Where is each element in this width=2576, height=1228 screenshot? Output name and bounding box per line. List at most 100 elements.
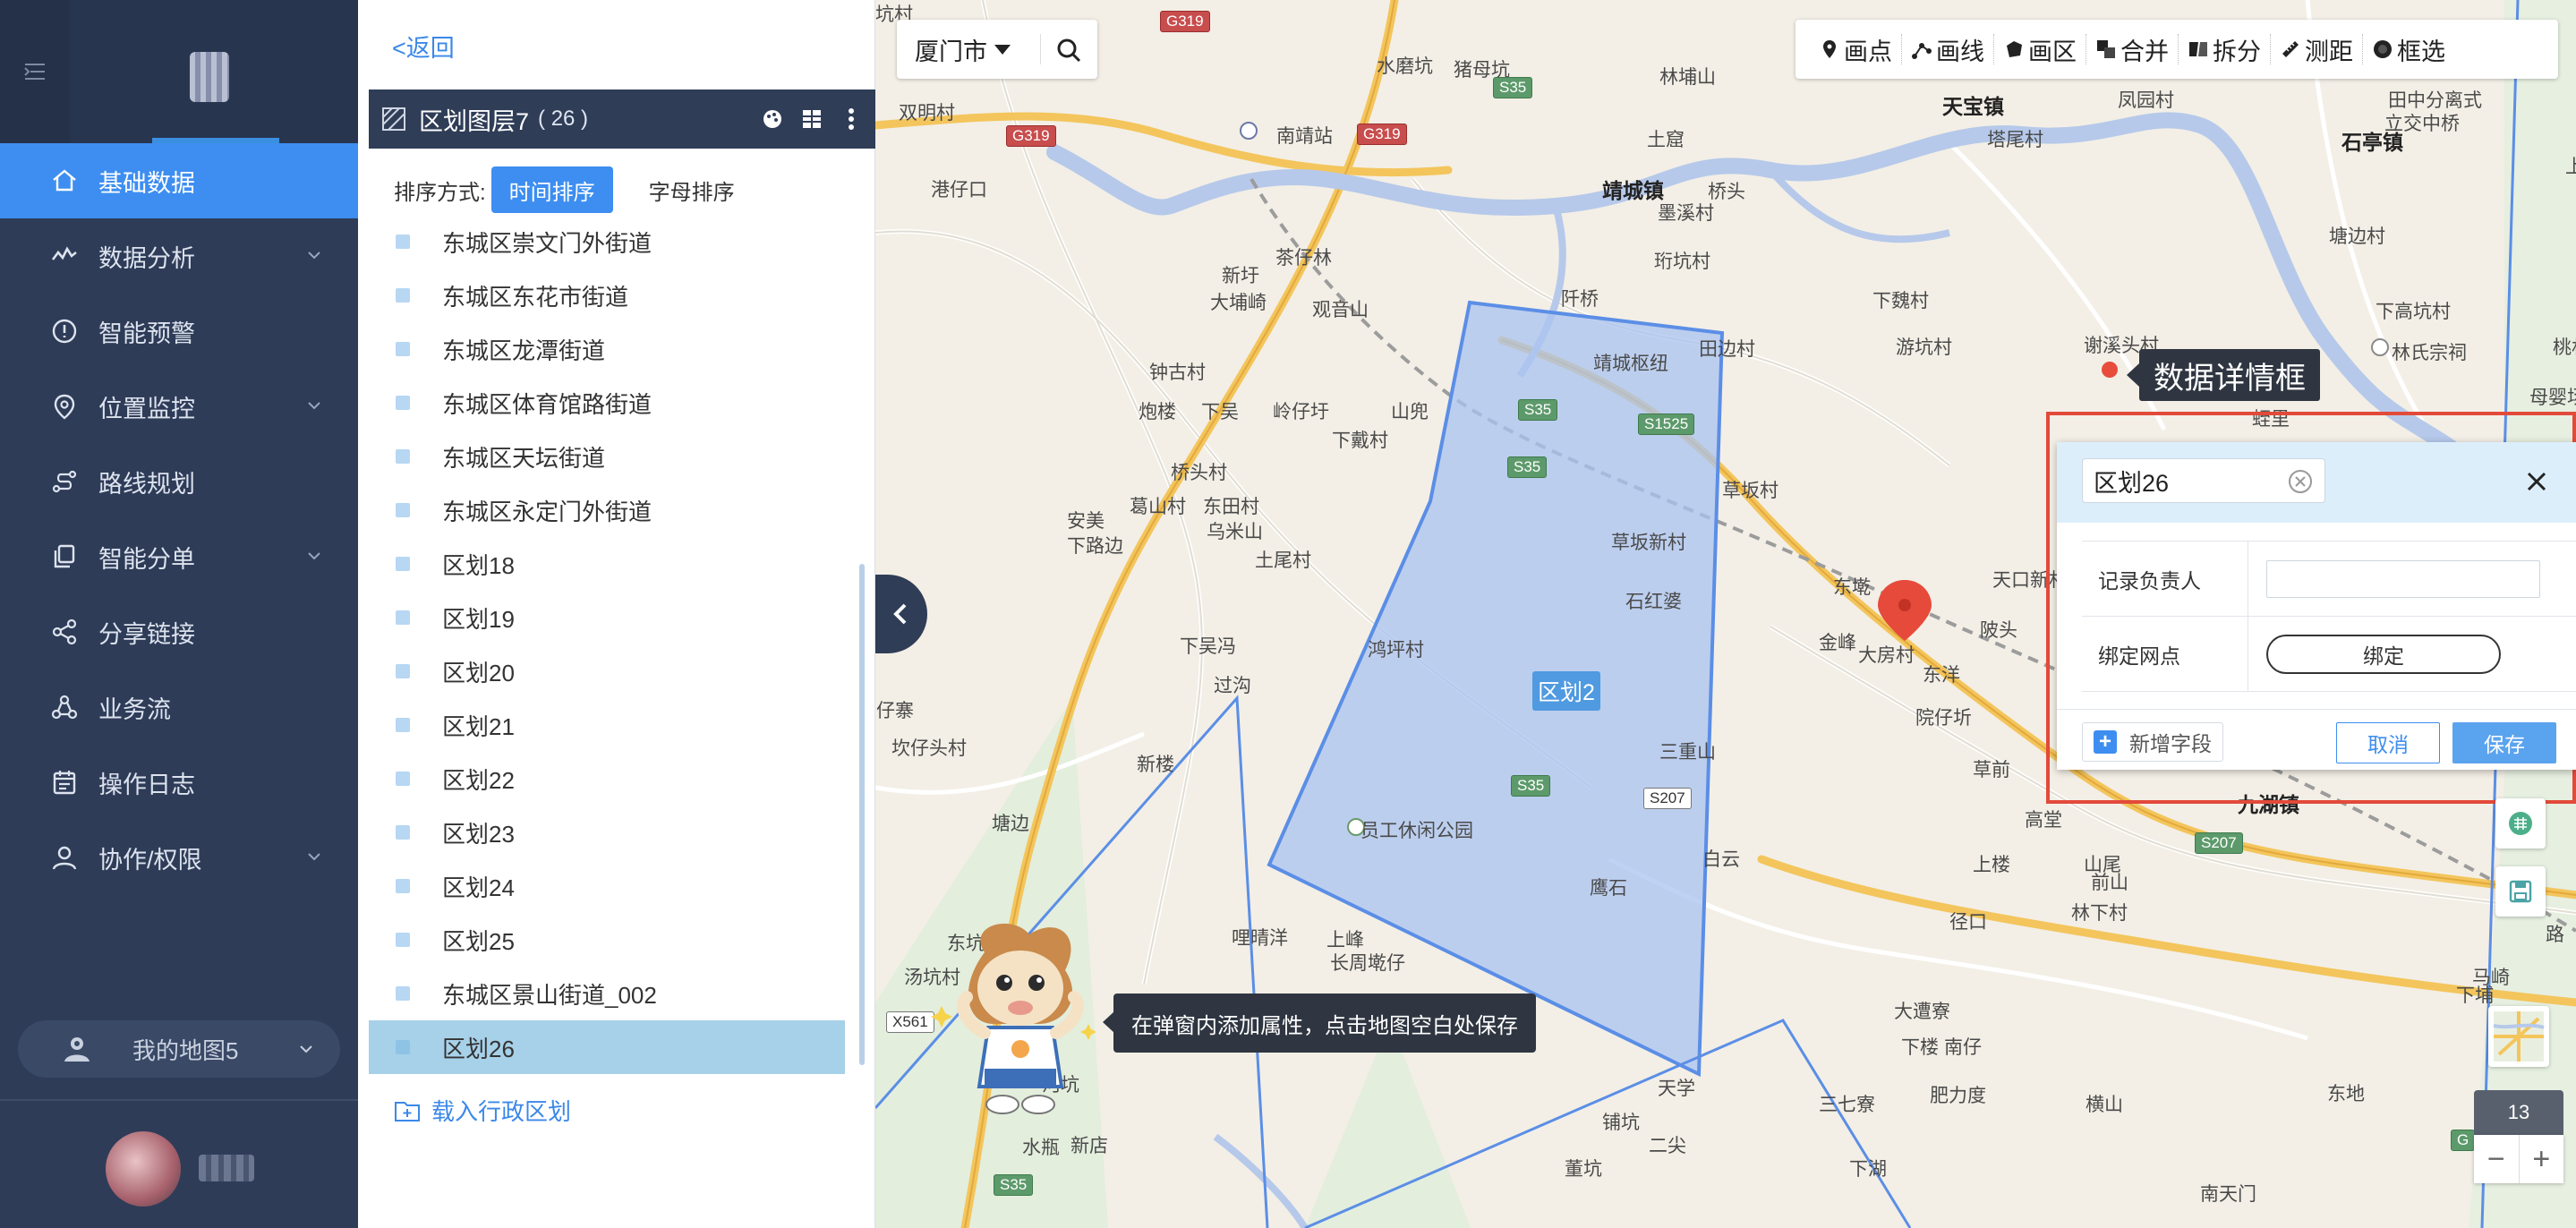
sidebar-item-7[interactable]: 业务流 bbox=[0, 669, 358, 745]
hint-tooltip: 在弹窗内添加属性，点击地图空白处保存 bbox=[1113, 993, 1536, 1053]
sidebar-item-1[interactable]: 数据分析 bbox=[0, 218, 358, 294]
data-point-dot[interactable] bbox=[2102, 362, 2118, 378]
place-label: 桥头村 bbox=[1171, 463, 1227, 483]
tool-ruler[interactable]: 测距 bbox=[2271, 34, 2363, 65]
sidebar-item-5[interactable]: 智能分单 bbox=[0, 519, 358, 594]
place-label: 土窟 bbox=[1647, 130, 1685, 150]
place-label: 径口 bbox=[1949, 912, 1987, 933]
tool-polygon[interactable]: 画区 bbox=[1994, 34, 2086, 65]
bind-outlet-button[interactable]: 绑定 bbox=[2266, 634, 2501, 674]
my-map-selector[interactable]: 我的地图5 bbox=[18, 1020, 340, 1078]
list-item[interactable]: 区划19 bbox=[369, 591, 861, 644]
place-label: 塘边 bbox=[992, 814, 1029, 834]
place-label: 草坂村 bbox=[1722, 481, 1778, 501]
back-link[interactable]: <返回 bbox=[392, 29, 455, 64]
list-item[interactable]: 东城区天坛街道 bbox=[369, 430, 861, 483]
alert-icon bbox=[48, 315, 81, 347]
city-selector[interactable]: 厦门市 bbox=[897, 20, 1097, 79]
sidebar-divider bbox=[0, 1099, 358, 1101]
list-item[interactable]: 区划18 bbox=[369, 537, 861, 591]
list-item[interactable]: 区划23 bbox=[369, 806, 861, 859]
palette-icon[interactable] bbox=[761, 106, 784, 132]
sidebar-item-2[interactable]: 智能预警 bbox=[0, 294, 358, 369]
popup-footer: + 新增字段 取消 保存 bbox=[2057, 709, 2576, 770]
list-item[interactable]: 区划22 bbox=[369, 752, 861, 806]
place-label: 岭仔圩 bbox=[1273, 402, 1329, 422]
chevron-down-icon bbox=[308, 252, 320, 260]
list-item[interactable]: 区划20 bbox=[369, 644, 861, 698]
place-label: 坎仔头村 bbox=[891, 738, 967, 759]
floppy-icon bbox=[2509, 880, 2532, 903]
sidebar-item-8[interactable]: 操作日志 bbox=[0, 745, 358, 820]
zone-name-input[interactable]: 区划26 bbox=[2082, 458, 2325, 503]
zone-color-swatch bbox=[396, 986, 410, 1001]
tool-split[interactable]: 拆分 bbox=[2179, 34, 2271, 65]
place-label: 凤园村 bbox=[2118, 90, 2174, 111]
zoom-in-button[interactable]: + bbox=[2520, 1135, 2564, 1183]
list-item[interactable]: 区划25 bbox=[369, 913, 861, 967]
zone-label[interactable]: 区划2 bbox=[1532, 671, 1600, 711]
sidebar-item-0[interactable]: 基础数据 bbox=[0, 143, 358, 218]
list-item[interactable]: 东城区永定门外街道 bbox=[369, 483, 861, 537]
list-item[interactable]: 区划24 bbox=[369, 859, 861, 913]
tool-pin[interactable]: 画点 bbox=[1810, 34, 1902, 65]
list-item[interactable]: 东城区崇文门外街道 bbox=[369, 215, 861, 269]
list-item[interactable]: 东城区体育馆路街道 bbox=[369, 376, 861, 430]
tool-polyline[interactable]: 画线 bbox=[1902, 34, 1994, 65]
zoom-out-button[interactable]: − bbox=[2474, 1135, 2520, 1183]
list-item-label: 区划22 bbox=[442, 766, 515, 794]
field-label-outlet: 绑定网点 bbox=[2082, 617, 2248, 691]
list-item[interactable]: 东城区龙潭街道 bbox=[369, 322, 861, 376]
sidebar-item-6[interactable]: 分享链接 bbox=[0, 594, 358, 669]
place-label: 葛山村 bbox=[1130, 497, 1186, 517]
sidebar-item-label: 协作/权限 bbox=[98, 846, 202, 874]
avatar[interactable] bbox=[106, 1131, 181, 1207]
close-icon[interactable] bbox=[2522, 467, 2551, 496]
list-item[interactable]: 东城区东花市街道 bbox=[369, 269, 861, 322]
tool-lasso[interactable]: 框选 bbox=[2363, 34, 2454, 65]
sort-by-alpha-button[interactable]: 字母排序 bbox=[631, 166, 753, 213]
zone-color-swatch bbox=[396, 933, 410, 947]
grid-control-button[interactable] bbox=[2495, 798, 2546, 849]
cancel-button[interactable]: 取消 bbox=[2336, 722, 2440, 763]
menu-collapse-icon[interactable] bbox=[0, 0, 70, 143]
tag-arrow bbox=[2127, 363, 2139, 387]
place-label: 炮楼 bbox=[1139, 402, 1176, 422]
basemap-switch-button[interactable] bbox=[2488, 1006, 2549, 1067]
list-item-label: 东城区体育馆路街道 bbox=[442, 390, 653, 418]
add-field-button[interactable]: + 新增字段 bbox=[2082, 722, 2223, 762]
zone-detail-popup: 区划26 记录负责人 绑定网点 绑定 + 新增字段 取消 保存 bbox=[2057, 442, 2576, 770]
tool-merge[interactable]: 合并 bbox=[2086, 34, 2179, 65]
clear-input-icon[interactable] bbox=[2287, 468, 2314, 495]
place-label: 港仔口 bbox=[931, 180, 987, 200]
more-vertical-icon[interactable] bbox=[840, 106, 863, 132]
list-scrollbar[interactable] bbox=[859, 564, 865, 1065]
city-divider bbox=[1040, 34, 1041, 64]
sidebar-item-9[interactable]: 协作/权限 bbox=[0, 820, 358, 895]
ruler-icon bbox=[2282, 41, 2299, 57]
save-button[interactable]: 保存 bbox=[2452, 722, 2556, 763]
list-item[interactable]: 区划21 bbox=[369, 698, 861, 752]
sidebar-item-4[interactable]: 路线规划 bbox=[0, 444, 358, 519]
save-layout-button[interactable] bbox=[2495, 866, 2546, 917]
zone-list: 东城区崇文门外街道 东城区东花市街道 东城区龙潭街道东城区体育馆路街道东城区天坛街道… bbox=[369, 215, 861, 1081]
sort-by-time-button[interactable]: 时间排序 bbox=[490, 166, 613, 213]
place-label: 肥力度 bbox=[1930, 1086, 1986, 1106]
sidebar-item-3[interactable]: 位置监控 bbox=[0, 369, 358, 444]
list-item[interactable]: 东城区景山街道_002 bbox=[369, 967, 861, 1020]
owner-input[interactable] bbox=[2266, 559, 2540, 598]
road-shield: S35 bbox=[1507, 456, 1548, 478]
place-label: 游坑村 bbox=[1896, 337, 1952, 358]
polygon-icon bbox=[2007, 41, 2022, 57]
tool-label: 画点 bbox=[1844, 38, 1892, 65]
place-label: 南天门 bbox=[2200, 1184, 2256, 1205]
list-item-label: 区划21 bbox=[442, 712, 515, 740]
load-admin-zones-link[interactable]: 载入行政区划 bbox=[394, 1094, 571, 1127]
sidebar-item-label: 智能分单 bbox=[98, 545, 195, 573]
sort-label: 排序方式: bbox=[394, 180, 486, 205]
place-label: 大遭寮 bbox=[1894, 1002, 1950, 1022]
road-shield: S35 bbox=[994, 1174, 1034, 1196]
search-icon[interactable] bbox=[1054, 36, 1083, 64]
list-item[interactable]: 区划26 bbox=[369, 1020, 845, 1074]
table-icon[interactable] bbox=[800, 106, 823, 132]
